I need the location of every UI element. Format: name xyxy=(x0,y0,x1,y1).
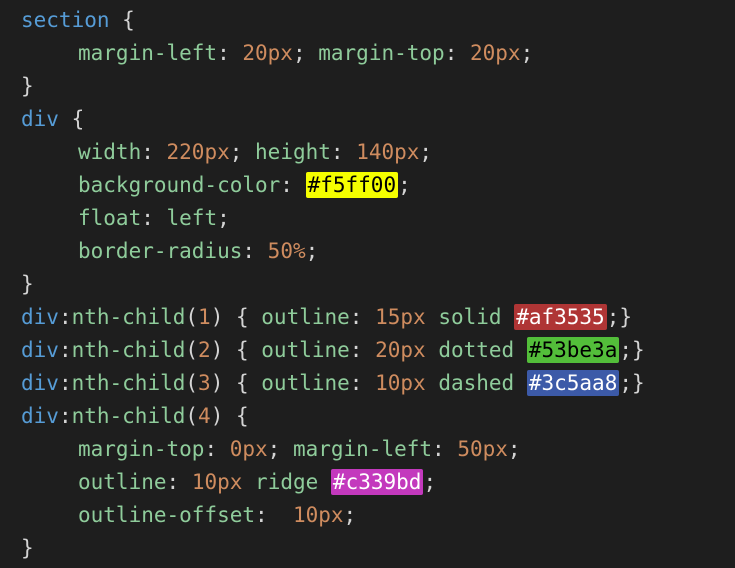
pseudo-class: nth-child xyxy=(71,338,186,362)
property-name: border-radius xyxy=(78,239,243,263)
code-line-3: } xyxy=(0,70,735,103)
pseudo-class: nth-child xyxy=(71,305,186,329)
selector: div xyxy=(21,371,59,395)
property-value: 20px xyxy=(469,41,521,65)
brace-open: { xyxy=(58,107,85,131)
property-name: outline-offset xyxy=(78,503,256,527)
property-name: margin-top xyxy=(318,41,445,65)
color-swatch[interactable]: #f5ff00 xyxy=(305,172,399,198)
property-name: margin-left xyxy=(78,41,218,65)
property-name: background-color xyxy=(78,173,281,197)
code-line-17: } xyxy=(0,532,735,565)
property-value: 20px xyxy=(375,338,426,362)
color-swatch[interactable]: #3c5aa8 xyxy=(526,370,620,396)
code-line-11: div:nth-child(2) { outline: 20px dotted … xyxy=(21,337,645,363)
code-line-1: section { xyxy=(0,4,735,37)
code-line-2: margin-left: 20px; margin-top: 20px; xyxy=(78,41,534,65)
property-value: 20px xyxy=(242,41,293,65)
code-line-12: div:nth-child(3) { outline: 10px dashed … xyxy=(21,370,645,396)
property-name: outline xyxy=(78,470,167,494)
pseudo-arg: 2 xyxy=(198,338,211,362)
property-name: width xyxy=(78,140,142,164)
brace-close: } xyxy=(21,272,34,296)
property-value: 0px xyxy=(229,437,268,461)
code-line-8: border-radius: 50%; xyxy=(78,239,319,263)
property-value: 220px xyxy=(166,140,230,164)
brace-close: } xyxy=(21,74,34,98)
selector: div xyxy=(21,338,59,362)
property-value: solid xyxy=(438,305,502,329)
property-name: margin-left xyxy=(292,437,433,461)
brace-open: { xyxy=(109,8,135,32)
property-value: 10px xyxy=(375,371,426,395)
color-swatch[interactable]: #53be3a xyxy=(526,337,620,363)
color-swatch[interactable]: #af3535 xyxy=(514,304,607,330)
pseudo-class: nth-child xyxy=(71,404,186,428)
code-line-6: background-color: #f5ff00; xyxy=(78,172,411,198)
pseudo-class: nth-child xyxy=(71,371,186,395)
code-line-4: div { xyxy=(0,103,735,136)
property-value: left xyxy=(166,206,218,230)
pseudo-arg: 4 xyxy=(198,404,211,428)
code-line-7: float: left; xyxy=(78,206,230,230)
property-value: 140px xyxy=(356,140,420,164)
property-value: ridge xyxy=(255,470,319,494)
code-line-9: } xyxy=(0,268,735,301)
property-value: 10px xyxy=(191,470,243,494)
property-name: height xyxy=(255,140,331,164)
property-value: 50px xyxy=(457,437,508,461)
color-swatch[interactable]: #c339bd xyxy=(330,469,424,495)
selector: section xyxy=(21,8,110,32)
code-line-16: outline-offset: 10px; xyxy=(78,503,357,527)
property-value: dashed xyxy=(438,371,515,395)
code-editor[interactable]: section { margin-left: 20px; margin-top:… xyxy=(0,0,735,568)
property-value: 15px xyxy=(375,305,426,329)
code-line-10: div:nth-child(1) { outline: 15px solid #… xyxy=(21,304,633,330)
selector: div xyxy=(21,305,59,329)
code-line-13: div:nth-child(4) { xyxy=(21,404,249,428)
brace-close: } xyxy=(21,536,34,560)
pseudo-arg: 1 xyxy=(198,305,211,329)
code-line-15: outline: 10px ridge #c339bd; xyxy=(78,469,437,495)
property-name: float xyxy=(78,206,142,230)
property-value: 10px xyxy=(292,503,344,527)
property-value: 50% xyxy=(267,239,306,263)
property-name: outline xyxy=(261,371,350,395)
selector: div xyxy=(21,404,59,428)
property-value: dotted xyxy=(438,338,515,362)
code-line-5: width: 220px; height: 140px; xyxy=(78,140,433,164)
property-name: outline xyxy=(261,338,350,362)
property-name: outline xyxy=(261,305,350,329)
code-line-14: margin-top: 0px; margin-left: 50px; xyxy=(78,437,521,461)
selector: div xyxy=(21,107,59,131)
pseudo-arg: 3 xyxy=(198,371,211,395)
property-name: margin-top xyxy=(78,437,205,461)
